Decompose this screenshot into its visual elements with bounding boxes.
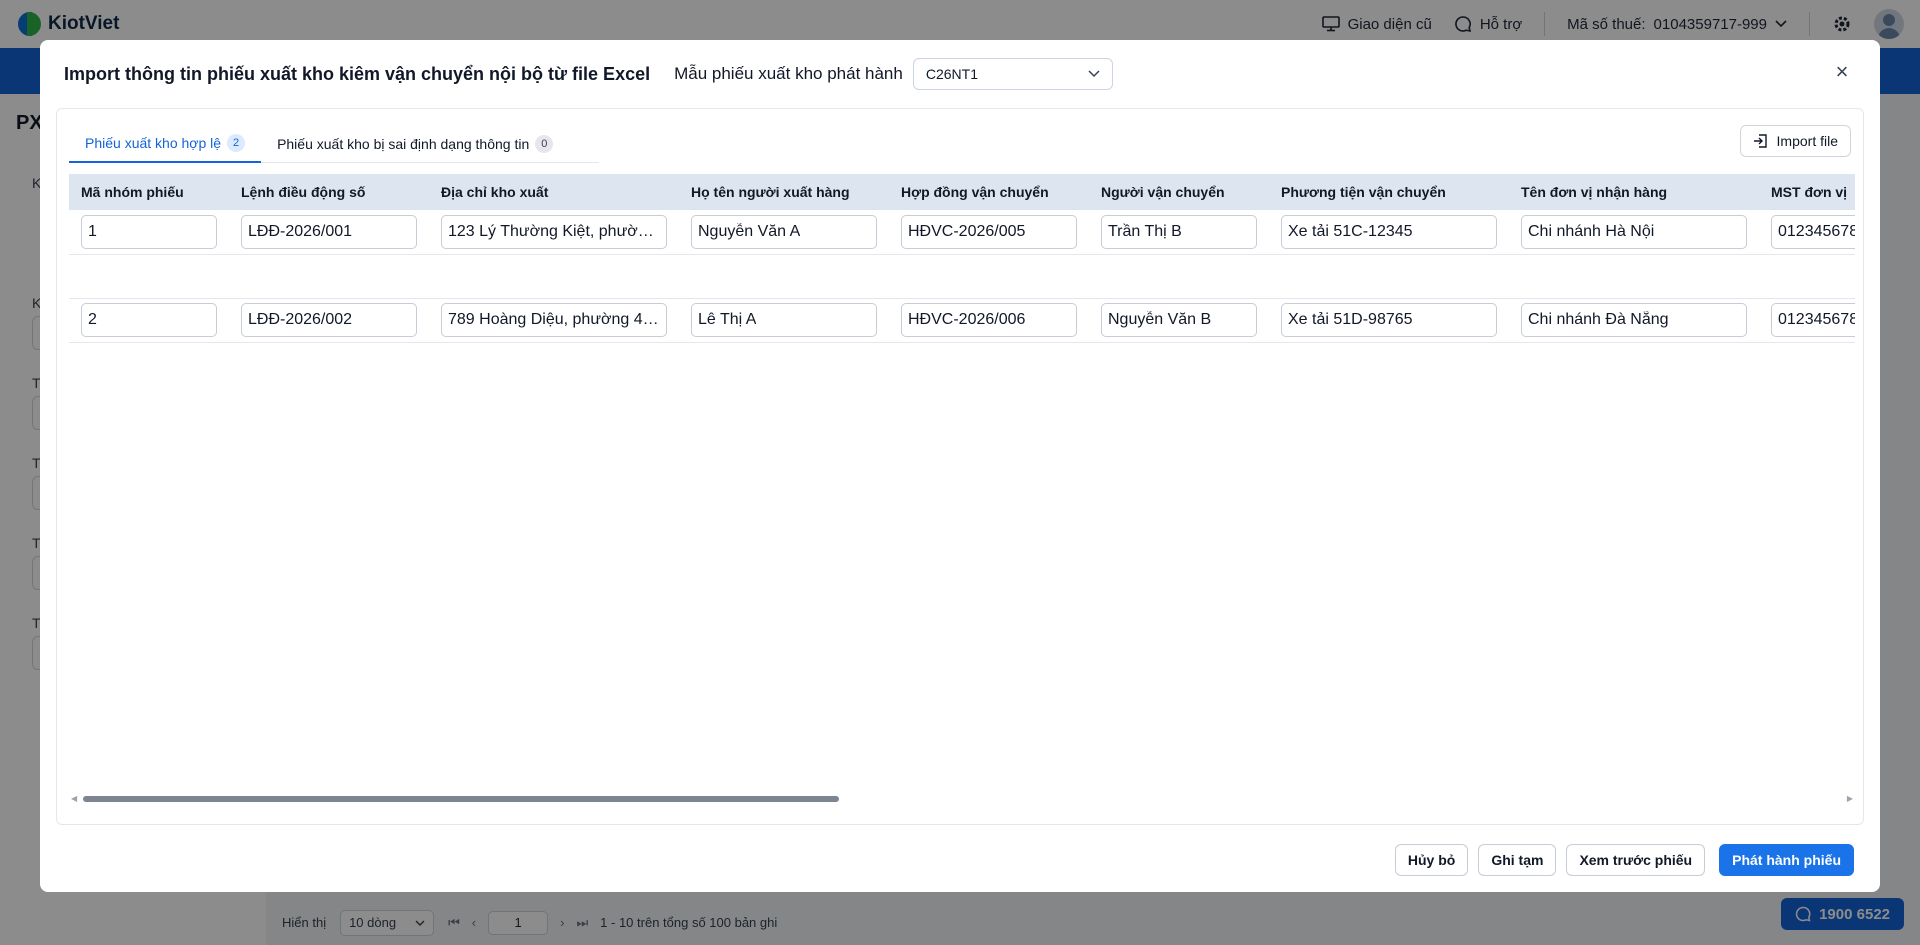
import-file-button[interactable]: Import file <box>1739 125 1851 157</box>
issuer-name-input[interactable]: Lê Thị A <box>691 303 877 337</box>
import-table: Mã nhóm phiếu Lệnh điều động số Địa chỉ … <box>69 174 1855 343</box>
scrollbar-thumb[interactable] <box>83 796 839 802</box>
table-header-row: Mã nhóm phiếu Lệnh điều động số Địa chỉ … <box>69 174 1855 210</box>
preview-button[interactable]: Xem trước phiếu <box>1566 844 1706 876</box>
receiver-tax-code-input[interactable]: 0123456789 <box>1771 214 1855 249</box>
transport-contract-input[interactable]: HĐVC-2026/006 <box>901 303 1077 337</box>
import-content: Phiếu xuất kho hợp lệ 2 Phiếu xuất kho b… <box>56 108 1864 825</box>
column-header: Phương tiện vận chuyển <box>1269 174 1509 210</box>
table-row: 1 LĐĐ-2026/001 123 Lý Thường Kiệt, phườn… <box>69 210 1855 255</box>
column-header: Người vận chuyển <box>1089 174 1269 210</box>
vehicle-input[interactable]: Xe tải 51D-98765 <box>1281 303 1497 337</box>
save-draft-button[interactable]: Ghi tạm <box>1478 844 1557 876</box>
modal-header: Import thông tin phiếu xuất kho kiêm vận… <box>40 40 1880 108</box>
modal-title: Import thông tin phiếu xuất kho kiêm vận… <box>64 63 651 84</box>
scroll-right-icon[interactable]: ▶ <box>1847 794 1853 803</box>
column-header: Địa chỉ kho xuất <box>429 174 679 210</box>
cancel-button[interactable]: Hủy bỏ <box>1394 844 1469 876</box>
table-row: 2 LĐĐ-2026/002 789 Hoàng Diệu, phường 4,… <box>69 298 1855 343</box>
template-value: C26NT1 <box>925 66 978 82</box>
horizontal-scrollbar[interactable]: ◀ ▶ <box>69 793 1855 805</box>
carrier-input[interactable]: Trần Thị B <box>1101 214 1257 249</box>
count-badge: 2 <box>227 134 246 152</box>
carrier-input[interactable]: Nguyễn Văn B <box>1101 303 1257 337</box>
column-header: Tên đơn vị nhận hàng <box>1509 174 1759 210</box>
template-select[interactable]: C26NT1 <box>912 58 1113 90</box>
publish-button-focus-ring: Phát hành phiếu <box>1715 840 1858 880</box>
file-import-icon <box>1753 134 1767 148</box>
close-icon[interactable]: × <box>1830 59 1854 84</box>
column-header: Mã nhóm phiếu <box>69 174 229 210</box>
template-label: Mẫu phiếu xuất kho phát hành <box>674 64 903 83</box>
column-header: Họ tên người xuất hàng <box>679 174 889 210</box>
issuer-name-input[interactable]: Nguyễn Văn A <box>691 214 877 249</box>
scroll-left-icon[interactable]: ◀ <box>71 794 77 803</box>
tab-invalid-slips[interactable]: Phiếu xuất kho bị sai định dạng thông ti… <box>261 125 569 163</box>
tab-bar: Phiếu xuất kho hợp lệ 2 Phiếu xuất kho b… <box>69 125 599 163</box>
import-modal: Import thông tin phiếu xuất kho kiêm vận… <box>40 40 1880 892</box>
tab-valid-slips[interactable]: Phiếu xuất kho hợp lệ 2 <box>69 125 262 163</box>
group-code-input[interactable]: 1 <box>81 214 217 249</box>
tab-label: Phiếu xuất kho bị sai định dạng thông ti… <box>277 136 530 152</box>
tab-label: Phiếu xuất kho hợp lệ <box>85 135 222 151</box>
count-badge: 0 <box>535 135 554 153</box>
table-row-spacer <box>69 254 1855 299</box>
publish-button[interactable]: Phát hành phiếu <box>1719 844 1854 876</box>
receiver-tax-code-input[interactable]: 0123456789 <box>1771 303 1855 337</box>
warehouse-address-input[interactable]: 123 Lý Thường Kiệt, phường 7, quận 10 <box>441 214 667 249</box>
warehouse-address-input[interactable]: 789 Hoàng Diệu, phường 4, quận 4 <box>441 303 667 337</box>
dispatch-order-input[interactable]: LĐĐ-2026/001 <box>241 214 417 249</box>
column-header: Hợp đồng vận chuyển <box>889 174 1089 210</box>
import-table-container[interactable]: Mã nhóm phiếu Lệnh điều động số Địa chỉ … <box>69 174 1855 739</box>
dispatch-order-input[interactable]: LĐĐ-2026/002 <box>241 303 417 337</box>
modal-footer: Hủy bỏ Ghi tạm Xem trước phiếu Phát hành… <box>1394 840 1858 880</box>
column-header: Lệnh điều động số <box>229 174 429 210</box>
vehicle-input[interactable]: Xe tải 51C-12345 <box>1281 214 1497 249</box>
import-file-label: Import file <box>1776 133 1838 149</box>
transport-contract-input[interactable]: HĐVC-2026/005 <box>901 214 1077 249</box>
chevron-down-icon <box>1088 70 1100 78</box>
receiver-unit-input[interactable]: Chi nhánh Hà Nội <box>1521 214 1747 249</box>
column-header: MST đơn vị <box>1759 174 1855 210</box>
group-code-input[interactable]: 2 <box>81 303 217 337</box>
receiver-unit-input[interactable]: Chi nhánh Đà Nẵng <box>1521 303 1747 337</box>
